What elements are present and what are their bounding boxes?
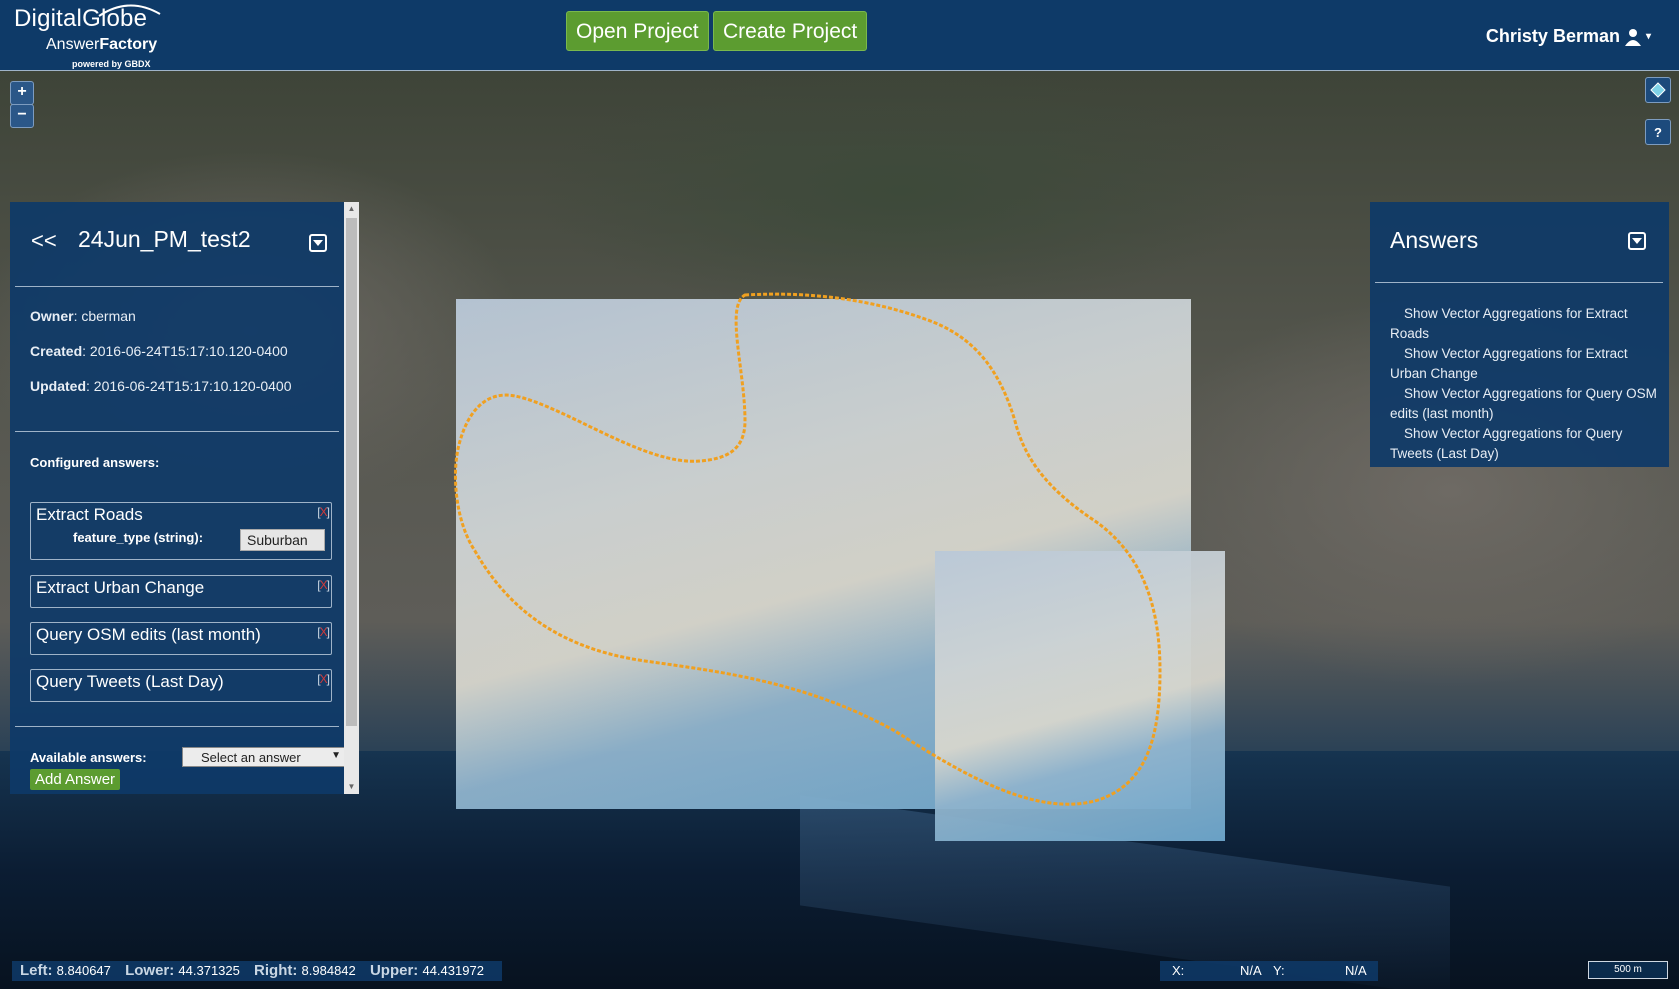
- answer-name: Extract Urban Change: [36, 578, 205, 597]
- remove-answer-button[interactable]: [X]: [317, 578, 330, 592]
- answer-name: Query Tweets (Last Day): [36, 672, 224, 691]
- project-panel-header: << 24Jun_PM_test2: [10, 222, 340, 264]
- help-button[interactable]: ?: [1645, 119, 1671, 145]
- remove-answer-button[interactable]: [X]: [317, 672, 330, 686]
- user-menu[interactable]: Christy Berman ▾: [1486, 26, 1651, 47]
- dropdown-caret-icon: ▼: [331, 750, 341, 761]
- cursor-coordinate-readout: X: N/A Y: N/A: [1160, 961, 1378, 981]
- configured-answer-item: Query OSM edits (last month) [X]: [30, 622, 332, 655]
- configured-answer-item: Extract Roads [X] feature_type (string):: [30, 502, 332, 560]
- user-icon: [1624, 28, 1641, 46]
- feature-type-input[interactable]: [240, 529, 325, 551]
- divider: [15, 431, 339, 432]
- param-label: feature_type (string):: [73, 530, 204, 545]
- add-answer-button[interactable]: Add Answer: [30, 769, 121, 790]
- vector-aggregation-link[interactable]: Show Vector Aggregations for Extract Roa…: [1390, 304, 1660, 344]
- digitalglobe-logo[interactable]: DigitalGlobe AnswerFactory powered by GB…: [14, 4, 161, 69]
- panel-dropdown-icon[interactable]: [1628, 232, 1646, 250]
- map-scale-bar: 500 m: [1588, 961, 1668, 979]
- divider: [1375, 282, 1663, 283]
- remove-answer-button[interactable]: [X]: [317, 505, 330, 519]
- help-icon: ?: [1654, 124, 1662, 140]
- remove-answer-button[interactable]: [X]: [317, 625, 330, 639]
- configured-answer-item: Extract Urban Change [X]: [30, 575, 332, 608]
- layers-icon: [1650, 82, 1666, 98]
- divider: [15, 726, 339, 727]
- user-name: Christy Berman: [1485, 26, 1620, 46]
- scroll-down-arrow-icon[interactable]: ▼: [344, 780, 359, 794]
- collapse-panel-button[interactable]: <<: [31, 228, 57, 254]
- project-panel: << 24Jun_PM_test2 Owner: cberman Created…: [10, 202, 354, 794]
- chevron-down-icon: ▾: [1645, 31, 1651, 42]
- top-navbar: DigitalGlobe AnswerFactory powered by GB…: [0, 0, 1679, 71]
- project-panel-scrollbar[interactable]: ▲ ▼: [344, 202, 359, 794]
- logo-powered-by: powered by GBDX: [72, 59, 151, 69]
- vector-aggregation-link[interactable]: Show Vector Aggregations for Extract Urb…: [1390, 344, 1660, 384]
- project-title: 24Jun_PM_test2: [78, 226, 251, 252]
- panel-dropdown-icon[interactable]: [309, 234, 327, 252]
- configured-answer-item: Query Tweets (Last Day) [X]: [30, 669, 332, 702]
- bounds-readout: Left: 8.840647 Lower: 44.371325 Right: 8…: [12, 961, 502, 981]
- configured-answers-label: Configured answers:: [30, 455, 160, 470]
- zoom-in-button[interactable]: +: [10, 81, 34, 105]
- logo-swoosh-icon: [98, 4, 161, 17]
- answers-title: Answers: [1390, 227, 1479, 253]
- project-created: Created: 2016-06-24T15:17:10.120-0400: [30, 343, 288, 359]
- available-answers-label: Available answers:: [30, 750, 147, 765]
- scroll-thumb[interactable]: [346, 218, 357, 726]
- answer-select[interactable]: Select an answer ▼: [182, 747, 348, 767]
- area-of-interest-polygon[interactable]: [453, 291, 1230, 841]
- answer-name: Extract Roads: [36, 505, 143, 524]
- answers-link-list: Show Vector Aggregations for Extract Roa…: [1390, 304, 1660, 464]
- answer-name: Query OSM edits (last month): [36, 625, 261, 644]
- scroll-up-arrow-icon[interactable]: ▲: [344, 202, 359, 216]
- create-project-button[interactable]: Create Project: [713, 11, 868, 51]
- vector-aggregation-link[interactable]: Show Vector Aggregations for Query OSM e…: [1390, 384, 1660, 424]
- open-project-button[interactable]: Open Project: [566, 11, 709, 51]
- zoom-out-button[interactable]: −: [10, 104, 34, 128]
- project-owner: Owner: cberman: [30, 308, 136, 324]
- vector-aggregation-link[interactable]: Show Vector Aggregations for Query Tweet…: [1390, 424, 1660, 464]
- logo-subtitle: AnswerFactory: [46, 36, 158, 53]
- answers-panel: Answers Show Vector Aggregations for Ext…: [1370, 202, 1669, 467]
- layers-button[interactable]: [1645, 77, 1671, 103]
- divider: [15, 286, 339, 287]
- project-updated: Updated: 2016-06-24T15:17:10.120-0400: [30, 378, 292, 394]
